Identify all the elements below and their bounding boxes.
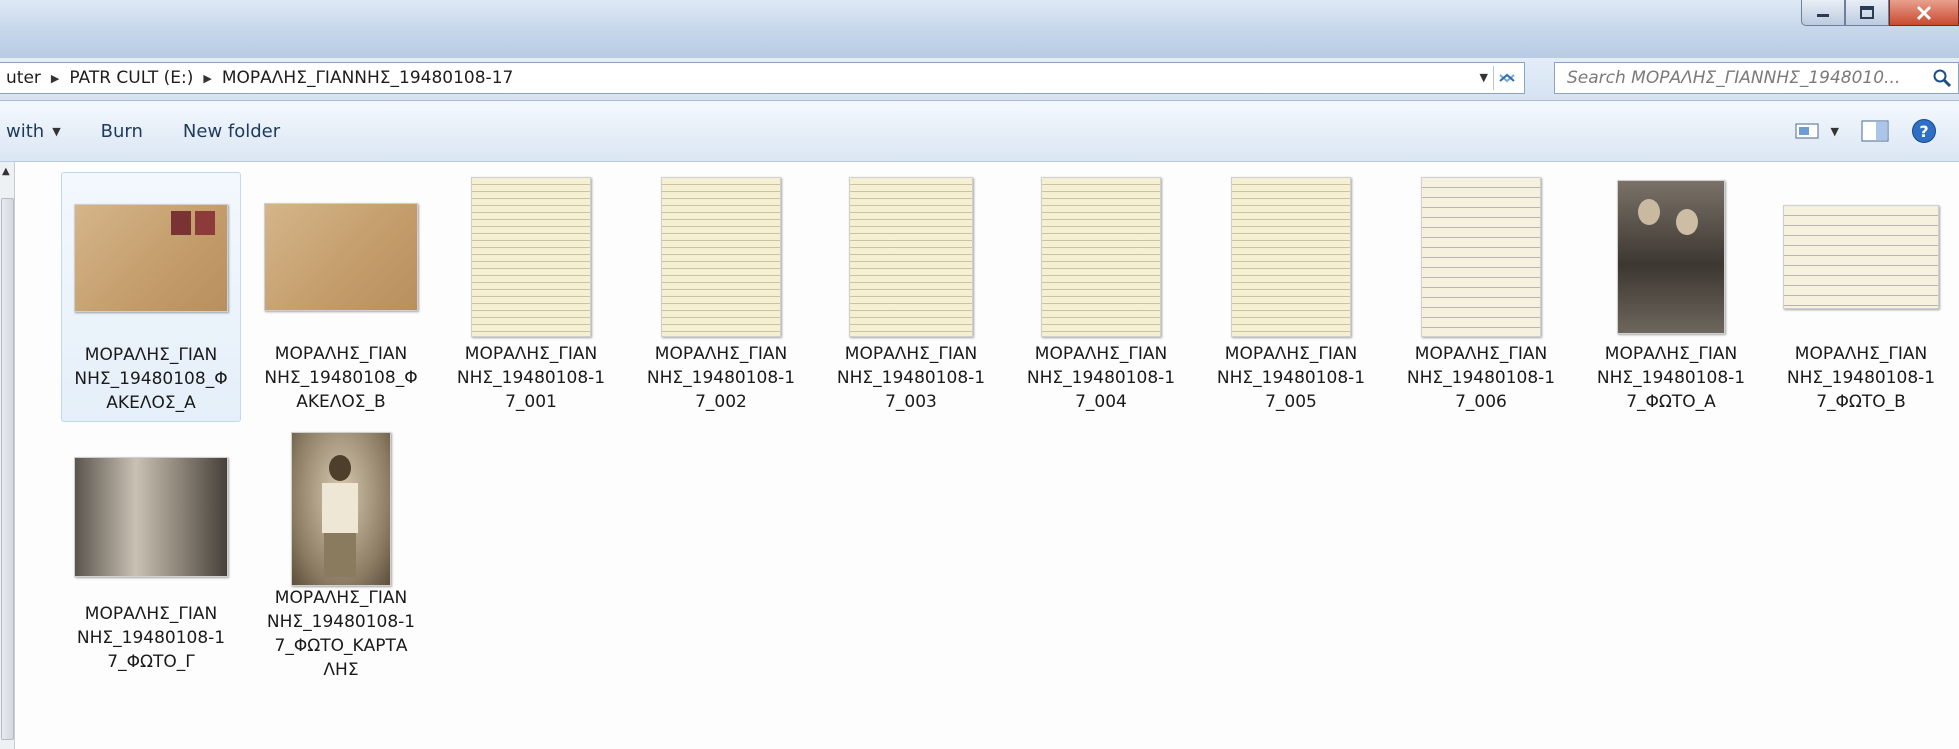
window-controls [1801,0,1959,30]
breadcrumb-drive[interactable]: PATR CULT (E:) [63,68,199,88]
new-folder-button[interactable]: New folder [163,121,300,142]
title-bar [0,0,1959,58]
scroll-up-icon[interactable]: ▲ [2,166,10,177]
file-item[interactable]: ΜΟΡΑΛΗΣ_ΓΙΑΝ ΝΗΣ_19480108-1 7_005 [1201,172,1381,422]
photo-thumbnail [291,432,391,586]
change-view-button[interactable]: ▼ [1795,122,1839,140]
svg-text:?: ? [1919,122,1928,141]
breadcrumb-computer[interactable]: uter [0,68,47,88]
file-item[interactable]: ΜΟΡΑΛΗΣ_ΓΙΑΝ ΝΗΣ_19480108-1 7_ΦΩΤΟ_Γ [61,432,241,682]
open-with-button[interactable]: with ▼ [0,121,81,142]
file-item[interactable]: ΜΟΡΑΛΗΣ_ΓΙΑΝ ΝΗΣ_19480108-1 7_ΦΩΤΟ_Α [1581,172,1761,422]
file-item[interactable]: ΜΟΡΑΛΗΣ_ΓΙΑΝ ΝΗΣ_19480108-1 7_006 [1391,172,1571,422]
minimize-button[interactable] [1801,0,1845,26]
file-item[interactable]: ΜΟΡΑΛΗΣ_ΓΙΑΝ ΝΗΣ_19480108-1 7_004 [1011,172,1191,422]
address-row: uter ▶ PATR CULT (E:) ▶ ΜΟΡΑΛΗΣ_ΓΙΑΝΝΗΣ_… [0,58,1959,101]
file-item[interactable]: ΜΟΡΑΛΗΣ_ΓΙΑΝ ΝΗΣ_19480108-1 7_ΦΩΤΟ_Β [1771,172,1951,422]
command-bar: with ▼ Burn New folder ▼ ? [0,101,1959,162]
letter-thumbnail [1783,205,1939,309]
close-icon [1916,5,1932,20]
file-item[interactable]: ΜΟΡΑΛΗΣ_ΓΙΑΝ ΝΗΣ_19480108_Φ ΑΚΕΛΟΣ_Β [251,172,431,422]
scroll-thumb[interactable] [1,198,14,740]
file-name: ΜΟΡΑΛΗΣ_ΓΙΑΝ ΝΗΣ_19480108-1 7_003 [836,344,986,412]
letter-thumbnail [849,177,973,337]
preview-pane-icon [1861,120,1889,142]
close-button[interactable] [1889,0,1959,26]
file-name: ΜΟΡΑΛΗΣ_ΓΙΑΝ ΝΗΣ_19480108-1 7_002 [646,344,796,412]
envelope-thumbnail [264,203,418,311]
file-item[interactable]: ΜΟΡΑΛΗΣ_ΓΙΑΝ ΝΗΣ_19480108-1 7_003 [821,172,1001,422]
breadcrumb-separator-icon[interactable]: ▶ [47,72,63,85]
chevron-down-icon: ▼ [52,124,61,138]
file-name: ΜΟΡΑΛΗΣ_ΓΙΑΝ ΝΗΣ_19480108-1 7_ΦΩΤΟ_ΚΑΡΤΑ… [266,588,416,680]
refresh-button[interactable] [1493,66,1520,90]
navigation-scrollbar[interactable]: ▲ [0,162,15,749]
letter-thumbnail [1231,177,1351,337]
file-name: ΜΟΡΑΛΗΣ_ΓΙΑΝ ΝΗΣ_19480108_Φ ΑΚΕΛΟΣ_Α [74,345,228,413]
burn-button[interactable]: Burn [81,121,163,142]
letter-thumbnail [1041,177,1161,337]
file-item[interactable]: ΜΟΡΑΛΗΣ_ΓΙΑΝ ΝΗΣ_19480108-1 7_002 [631,172,811,422]
preview-pane-button[interactable] [1861,120,1889,142]
help-button[interactable]: ? [1911,118,1937,144]
file-name: ΜΟΡΑΛΗΣ_ΓΙΑΝ ΝΗΣ_19480108-1 7_001 [456,344,606,412]
help-icon: ? [1912,119,1936,143]
breadcrumb-folder[interactable]: ΜΟΡΑΛΗΣ_ΓΙΑΝΝΗΣ_19480108-17 [216,68,519,88]
file-name: ΜΟΡΑΛΗΣ_ΓΙΑΝ ΝΗΣ_19480108-1 7_ΦΩΤΟ_Α [1596,344,1746,412]
letter-thumbnail [471,177,591,337]
maximize-button[interactable] [1845,0,1889,26]
file-name: ΜΟΡΑΛΗΣ_ΓΙΑΝ ΝΗΣ_19480108-1 7_ΦΩΤΟ_Γ [76,604,226,672]
file-name: ΜΟΡΑΛΗΣ_ΓΙΑΝ ΝΗΣ_19480108_Φ ΑΚΕΛΟΣ_Β [264,344,418,412]
search-placeholder: Search ΜΟΡΑΛΗΣ_ΓΙΑΝΝΗΣ_1948010... [1567,68,1901,88]
search-input[interactable]: Search ΜΟΡΑΛΗΣ_ΓΙΑΝΝΗΣ_1948010... [1554,62,1959,94]
photo-thumbnail [1617,180,1725,334]
letter-thumbnail [1421,177,1541,337]
photo-thumbnail [74,457,228,577]
file-name: ΜΟΡΑΛΗΣ_ΓΙΑΝ ΝΗΣ_19480108-1 7_004 [1026,344,1176,412]
file-item[interactable]: ΜΟΡΑΛΗΣ_ΓΙΑΝ ΝΗΣ_19480108_Φ ΑΚΕΛΟΣ_Α [61,172,241,422]
file-name: ΜΟΡΑΛΗΣ_ΓΙΑΝ ΝΗΣ_19480108-1 7_005 [1216,344,1366,412]
file-item[interactable]: ΜΟΡΑΛΗΣ_ΓΙΑΝ ΝΗΣ_19480108-1 7_ΦΩΤΟ_ΚΑΡΤΑ… [251,432,431,682]
breadcrumb-separator-icon[interactable]: ▶ [199,72,215,85]
file-name: ΜΟΡΑΛΗΣ_ΓΙΑΝ ΝΗΣ_19480108-1 7_006 [1406,344,1556,412]
file-item[interactable]: ΜΟΡΑΛΗΣ_ΓΙΑΝ ΝΗΣ_19480108-1 7_001 [441,172,621,422]
envelope-thumbnail [74,204,228,312]
refresh-icon [1499,73,1515,83]
view-controls: ▼ ? [1795,101,1959,161]
search-icon[interactable] [1932,68,1952,88]
maximize-icon [1860,5,1874,19]
file-name: ΜΟΡΑΛΗΣ_ΓΙΑΝ ΝΗΣ_19480108-1 7_ΦΩΤΟ_Β [1786,344,1936,412]
chevron-down-icon[interactable]: ▼ [1831,125,1839,138]
view-icon [1795,123,1819,139]
file-list[interactable]: ΜΟΡΑΛΗΣ_ΓΙΑΝ ΝΗΣ_19480108_Φ ΑΚΕΛΟΣ_Α ΜΟΡ… [15,162,1959,749]
minimize-icon [1817,13,1829,17]
address-history-dropdown-icon[interactable]: ▼ [1480,71,1488,84]
letter-thumbnail [661,177,781,337]
address-bar[interactable]: uter ▶ PATR CULT (E:) ▶ ΜΟΡΑΛΗΣ_ΓΙΑΝΝΗΣ_… [0,62,1525,94]
